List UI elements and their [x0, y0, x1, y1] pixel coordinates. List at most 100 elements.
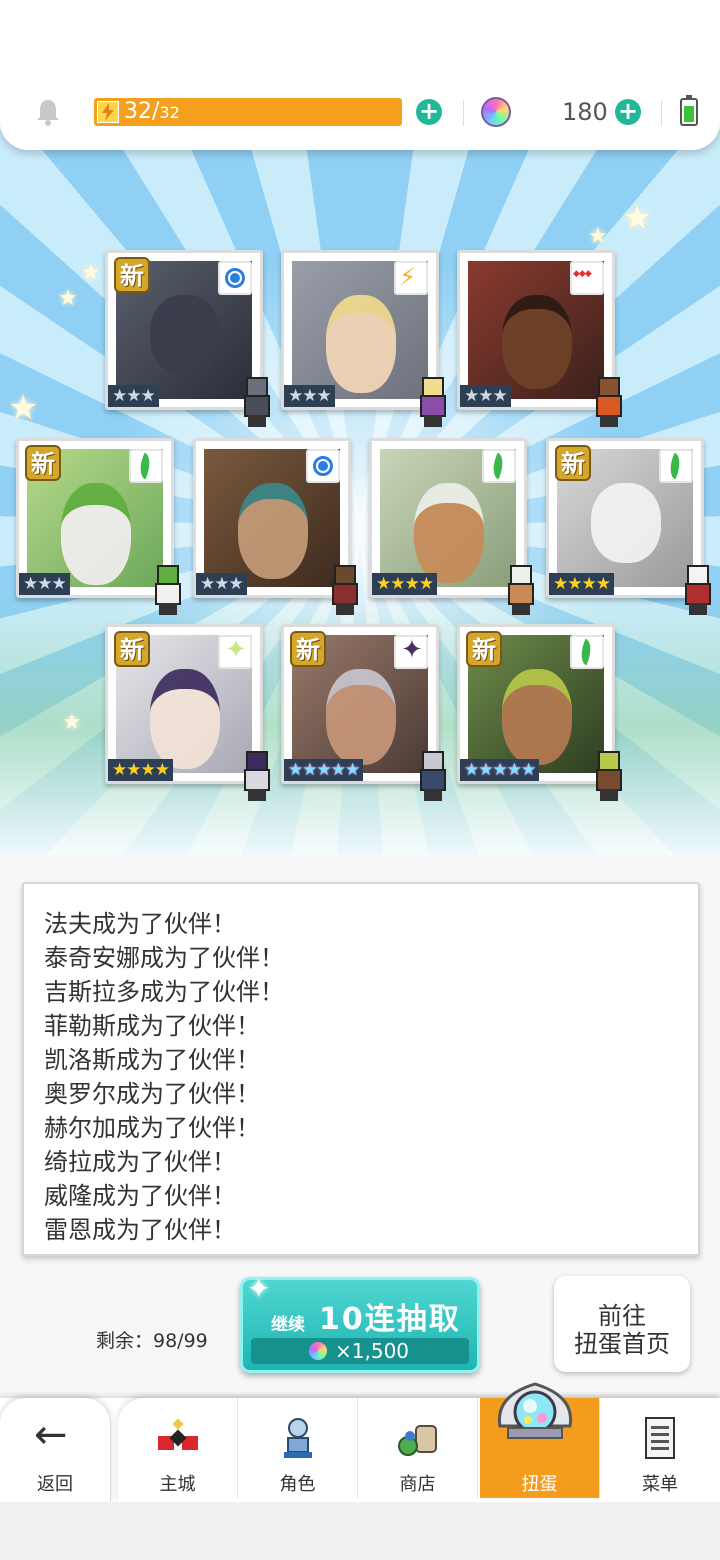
character-card[interactable]: 新 ★★★★: [546, 438, 711, 615]
tab-castle[interactable]: 主城: [118, 1398, 238, 1498]
back-button[interactable]: ← 返回: [0, 1398, 111, 1502]
pixel-sprite: [326, 565, 364, 617]
new-badge: 新: [290, 631, 326, 667]
wind-element-icon: [570, 635, 604, 669]
pixel-sprite: [149, 565, 187, 617]
bottom-nav: 主城 角色 商店 扭蛋 菜单: [118, 1398, 720, 1502]
log-line: 法夫成为了伙伴！: [44, 910, 236, 938]
wind-element-icon: [482, 449, 516, 483]
result-log[interactable]: 法夫成为了伙伴！ 泰奇安娜成为了伙伴！ 吉斯拉多成为了伙伴！ 菲勒斯成为了伙伴！…: [22, 882, 700, 1256]
log-line: 泰奇安娜成为了伙伴！: [44, 944, 284, 972]
sparkle-star-icon: ★: [8, 388, 39, 428]
character-card[interactable]: ★★★: [193, 438, 358, 615]
sparkle-icon: ✦: [247, 1272, 271, 1305]
stamina-current: 32/: [124, 99, 160, 124]
pixel-sprite: [590, 751, 628, 803]
add-gems-button[interactable]: +: [615, 99, 641, 125]
water-element-icon: [306, 449, 340, 483]
draw-title: 10连抽取: [319, 1302, 461, 1337]
log-line: 绮拉成为了伙伴！: [44, 1148, 236, 1176]
castle-icon: [158, 1418, 198, 1450]
rarity-stars: ★★★★: [372, 573, 437, 595]
rarity-stars: ★★★★★: [284, 759, 364, 781]
rarity-stars: ★★★★: [549, 573, 614, 595]
add-stamina-button[interactable]: +: [416, 99, 442, 125]
pixel-sprite: [590, 377, 628, 429]
draw-10-button[interactable]: ✦ 继续 10连抽取 ×1,500: [240, 1272, 480, 1373]
rarity-stars: ★★★: [460, 385, 511, 407]
rarity-stars: ★★★: [284, 385, 335, 407]
menu-icon: [645, 1417, 675, 1459]
stamina-icon: [97, 101, 119, 123]
back-arrow-icon: ←: [34, 1412, 68, 1458]
sparkle-star-icon: ★: [62, 710, 82, 735]
pixel-sprite: [238, 751, 276, 803]
gacha-home-button[interactable]: 前往 扭蛋首页: [554, 1276, 690, 1372]
pixel-sprite: [238, 377, 276, 429]
pixel-sprite: [679, 565, 717, 617]
rarity-stars: ★★★: [108, 385, 159, 407]
character-card[interactable]: 新 ★★★★★: [281, 624, 446, 801]
cost-value: ×1,500: [335, 1339, 410, 1363]
system-nav-strip: [0, 1502, 720, 1560]
divider: [463, 100, 464, 126]
back-label: 返回: [37, 1474, 73, 1495]
tab-character[interactable]: 角色: [238, 1398, 358, 1498]
sparkle-star-icon: ★: [58, 286, 78, 311]
new-badge: 新: [466, 631, 502, 667]
character-card[interactable]: 新 ★★★★★: [457, 624, 622, 801]
sparkle-star-icon: ★: [80, 258, 102, 286]
tab-label: 角色: [279, 1474, 316, 1495]
pixel-sprite: [414, 751, 452, 803]
remaining-count: 剩余：98/99: [96, 1330, 208, 1352]
gem-count: 180: [562, 98, 608, 126]
rarity-stars: ★★★: [19, 573, 70, 595]
character-card[interactable]: 新 ★★★★: [105, 624, 270, 801]
gacha-home-line2: 扭蛋首页: [574, 1330, 670, 1358]
wind-element-icon: [129, 449, 163, 483]
sparkle-star-icon: ★: [622, 198, 653, 238]
tab-label: 主城: [159, 1474, 196, 1495]
gem-icon: [481, 97, 511, 127]
continue-label: 继续: [271, 1315, 305, 1335]
new-badge: 新: [25, 445, 61, 481]
dark-element-icon: [394, 635, 428, 669]
new-badge: 新: [114, 631, 150, 667]
new-badge: 新: [114, 257, 150, 293]
fire-element-icon: [570, 261, 604, 295]
character-card[interactable]: ★★★: [457, 250, 622, 427]
new-badge: 新: [555, 445, 591, 481]
stamina-max: 32: [159, 103, 180, 122]
log-line: 威隆成为了伙伴！: [44, 1182, 236, 1210]
status-bar: 32/32 + 180 +: [0, 0, 720, 150]
character-card[interactable]: ★★★: [281, 250, 446, 427]
tab-menu[interactable]: 菜单: [600, 1398, 720, 1498]
tab-label: 商店: [399, 1474, 436, 1495]
tab-label: 菜单: [642, 1474, 678, 1495]
divider: [661, 100, 662, 126]
stamina-value: 32/32: [124, 99, 180, 124]
log-line: 奥罗尔成为了伙伴！: [44, 1080, 260, 1108]
sparkle-star-icon: ★: [588, 224, 608, 249]
water-element-icon: [218, 261, 252, 295]
shop-icon: [398, 1425, 437, 1456]
log-line: 凯洛斯成为了伙伴！: [44, 1046, 260, 1074]
character-card[interactable]: ★★★★: [369, 438, 534, 615]
character-card[interactable]: 新 ★★★: [105, 250, 270, 427]
character-card[interactable]: 新 ★★★: [16, 438, 181, 615]
gacha-icon: [497, 1382, 573, 1439]
pixel-sprite: [414, 377, 452, 429]
thunder-element-icon: [394, 261, 428, 295]
log-line: 雷恩成为了伙伴！: [44, 1216, 236, 1244]
bell-icon[interactable]: [32, 96, 64, 128]
wind-element-icon: [659, 449, 693, 483]
log-line: 菲勒斯成为了伙伴！: [44, 1012, 260, 1040]
log-line: 吉斯拉多成为了伙伴！: [44, 978, 284, 1006]
character-icon: [284, 1418, 312, 1458]
light-element-icon: [218, 635, 252, 669]
gem-icon: [309, 1342, 327, 1360]
rarity-stars: ★★★: [196, 573, 247, 595]
stamina-bar: 32/32: [94, 98, 402, 126]
log-line: 赫尔加成为了伙伴！: [44, 1114, 260, 1142]
tab-shop[interactable]: 商店: [358, 1398, 478, 1498]
